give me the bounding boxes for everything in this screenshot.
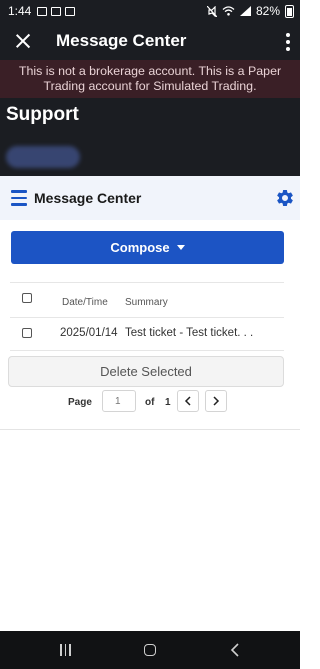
of-label: of: [145, 397, 155, 408]
table-header-row: Date/Time Summary: [10, 282, 284, 318]
close-icon[interactable]: [13, 31, 33, 51]
total-pages: 1: [165, 397, 171, 408]
row-summary: Test ticket - Test ticket. . .: [125, 327, 254, 339]
delete-selected-label: Delete Selected: [100, 364, 192, 379]
delete-selected-button[interactable]: Delete Selected: [8, 356, 284, 387]
row-date: 2025/01/14: [60, 327, 118, 339]
image-icon: [37, 6, 48, 16]
message-center-title: Message Center: [34, 190, 142, 206]
compose-button[interactable]: Compose: [11, 231, 284, 264]
app-icon: [65, 6, 76, 16]
column-header-summary: Summary: [125, 297, 168, 308]
next-page-button[interactable]: [205, 390, 227, 412]
app-bar: Message Center: [0, 22, 300, 60]
calendar-icon: [51, 6, 62, 16]
notification-icons: [37, 6, 76, 16]
home-icon[interactable]: [144, 644, 156, 656]
caret-down-icon: [176, 245, 185, 250]
banner-text: This is not a brokerage account. This is…: [18, 64, 282, 93]
battery-icon: [285, 4, 294, 18]
support-title: Support: [6, 104, 79, 125]
wifi-icon: [222, 6, 235, 16]
blurred-account-pill: [6, 146, 80, 168]
more-options-icon[interactable]: [286, 33, 290, 51]
chevron-left-icon: [184, 396, 191, 406]
column-header-date: Date/Time: [62, 297, 108, 308]
status-time: 1:44: [8, 4, 32, 18]
battery-percent: 82%: [255, 4, 280, 18]
gear-icon[interactable]: [275, 188, 295, 208]
row-checkbox[interactable]: [22, 328, 32, 338]
message-center-header: Message Center: [0, 176, 300, 220]
page-title: Message Center: [56, 31, 187, 50]
menu-icon[interactable]: [11, 190, 27, 206]
messages-table: Date/Time Summary 2025/01/14 Test ticket…: [10, 282, 284, 351]
page-label: Page: [68, 397, 92, 408]
previous-page-button[interactable]: [177, 390, 199, 412]
section-divider: [0, 429, 300, 430]
pagination: Page of 1: [0, 390, 300, 414]
compose-label: Compose: [110, 240, 170, 255]
recents-icon[interactable]: [60, 644, 71, 656]
paper-trading-banner: This is not a brokerage account. This is…: [0, 60, 300, 98]
chevron-right-icon: [213, 396, 220, 406]
system-nav-bar: [0, 631, 300, 669]
support-section: Support: [0, 98, 300, 176]
table-row[interactable]: 2025/01/14 Test ticket - Test ticket. . …: [10, 318, 284, 351]
back-icon[interactable]: [230, 643, 240, 657]
page-number-input[interactable]: [102, 390, 136, 412]
signal-icon: [239, 6, 251, 16]
status-right: 82%: [206, 0, 294, 22]
select-all-checkbox[interactable]: [22, 293, 32, 303]
status-bar: 1:44 82%: [0, 0, 300, 22]
mute-icon: [206, 5, 217, 17]
